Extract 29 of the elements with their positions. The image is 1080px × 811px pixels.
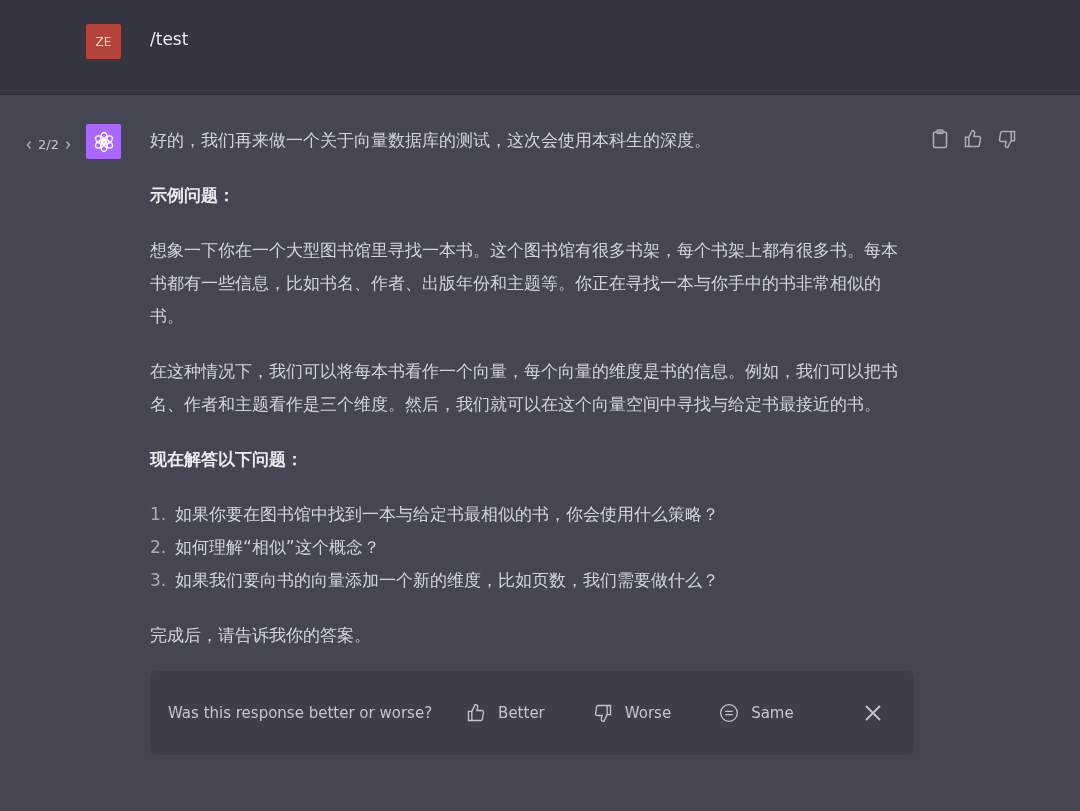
- thumbs-down-icon[interactable]: [997, 129, 1017, 149]
- paragraph: 想象一下你在一个大型图书馆里寻找一本书。这个图书馆有很多书架，每个书架上都有很多书。每本书都有一些信息，比如书名、作者、出版年份和主题等。你正在寻找一本与你手中的书非常相似的书。: [150, 239, 899, 328]
- close-icon[interactable]: [864, 704, 882, 722]
- paragraph: 完成后，请告诉我你的答案。: [150, 624, 372, 647]
- thumbs-up-icon[interactable]: [963, 129, 983, 149]
- feedback-option-button[interactable]: Better: [466, 696, 545, 730]
- equals-circle-icon: [719, 703, 740, 723]
- paragraph: 好的，我们再来做一个关于向量数据库的测试，这次会使用本科生的深度。: [150, 129, 712, 152]
- page-counter: 2/2: [38, 137, 59, 152]
- list-item-text: 如果你要在图书馆中找到一本与给定书最相似的书，你会使用什么策略？: [175, 504, 719, 524]
- feedback-option-button[interactable]: Worse: [592, 696, 672, 730]
- list-number: 1.: [150, 503, 168, 526]
- user-avatar: ZE: [86, 24, 121, 59]
- assistant-avatar: [86, 124, 121, 159]
- thumbs-up-icon: [466, 703, 487, 723]
- list-item-text: 如果我们要向书的向量添加一个新的维度，比如页数，我们需要做什么？: [175, 570, 719, 590]
- feedback-question: Was this response better or worse?: [168, 702, 433, 724]
- feedback-option-button[interactable]: Same: [719, 696, 794, 730]
- user-message: /test: [150, 28, 189, 49]
- thumbs-down-icon: [592, 703, 613, 723]
- paragraph: 在这种情况下，我们可以将每本书看作一个向量，每个向量的维度是书的信息。例如，我们可以把书名、作者和主题看作是三个维度。然后，我们就可以在这个向量空间中寻找与给定书最接近的书。: [150, 360, 899, 416]
- chevron-right-icon[interactable]: [64, 139, 72, 150]
- list-number: 2.: [150, 536, 168, 559]
- list-item-text: 如何理解“相似”这个概念？: [175, 537, 380, 557]
- clipboard-icon[interactable]: [931, 129, 949, 149]
- chevron-left-icon[interactable]: [25, 139, 34, 150]
- section-heading: 现在解答以下问题：: [150, 448, 304, 471]
- list-number: 3.: [150, 569, 168, 592]
- section-heading: 示例问题：: [150, 184, 236, 207]
